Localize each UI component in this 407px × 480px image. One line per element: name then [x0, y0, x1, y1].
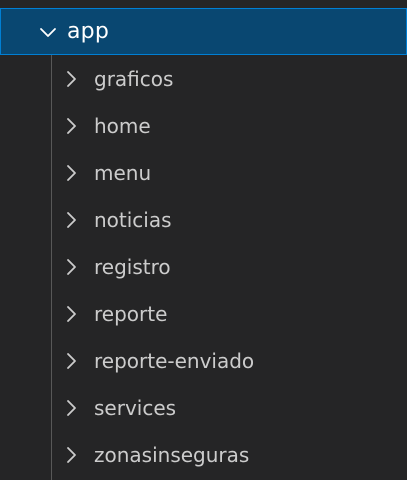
folder-reporte[interactable]: reporte [0, 290, 407, 337]
folder-label: reporte-enviado [94, 348, 255, 373]
folder-label: noticias [94, 207, 172, 232]
file-explorer: app graficos home menu noticias registro [0, 0, 407, 480]
chevron-right-icon[interactable] [60, 254, 82, 280]
folder-noticias[interactable]: noticias [0, 196, 407, 243]
chevron-right-icon[interactable] [60, 395, 82, 421]
folder-label: graficos [94, 66, 174, 91]
folder-label: reporte [94, 301, 168, 326]
folder-label: app [67, 19, 110, 44]
folder-zonasinseguras[interactable]: zonasinseguras [0, 431, 407, 478]
folder-menu[interactable]: menu [0, 149, 407, 196]
folder-app[interactable]: app [0, 8, 407, 55]
folder-home[interactable]: home [0, 102, 407, 149]
chevron-right-icon[interactable] [60, 442, 82, 468]
folder-label: services [94, 395, 177, 420]
folder-registro[interactable]: registro [0, 243, 407, 290]
folder-graficos[interactable]: graficos [0, 55, 407, 102]
chevron-right-icon[interactable] [60, 348, 82, 374]
chevron-down-icon[interactable] [35, 19, 61, 45]
chevron-right-icon[interactable] [60, 66, 82, 92]
chevron-right-icon[interactable] [60, 207, 82, 233]
folder-reporte-enviado[interactable]: reporte-enviado [0, 337, 407, 384]
folder-label: menu [94, 160, 152, 185]
folder-label: home [94, 113, 151, 138]
folder-label: registro [94, 254, 171, 279]
chevron-right-icon[interactable] [60, 301, 82, 327]
chevron-right-icon[interactable] [60, 113, 82, 139]
folder-label: zonasinseguras [94, 442, 250, 467]
folder-services[interactable]: services [0, 384, 407, 431]
chevron-right-icon[interactable] [60, 160, 82, 186]
